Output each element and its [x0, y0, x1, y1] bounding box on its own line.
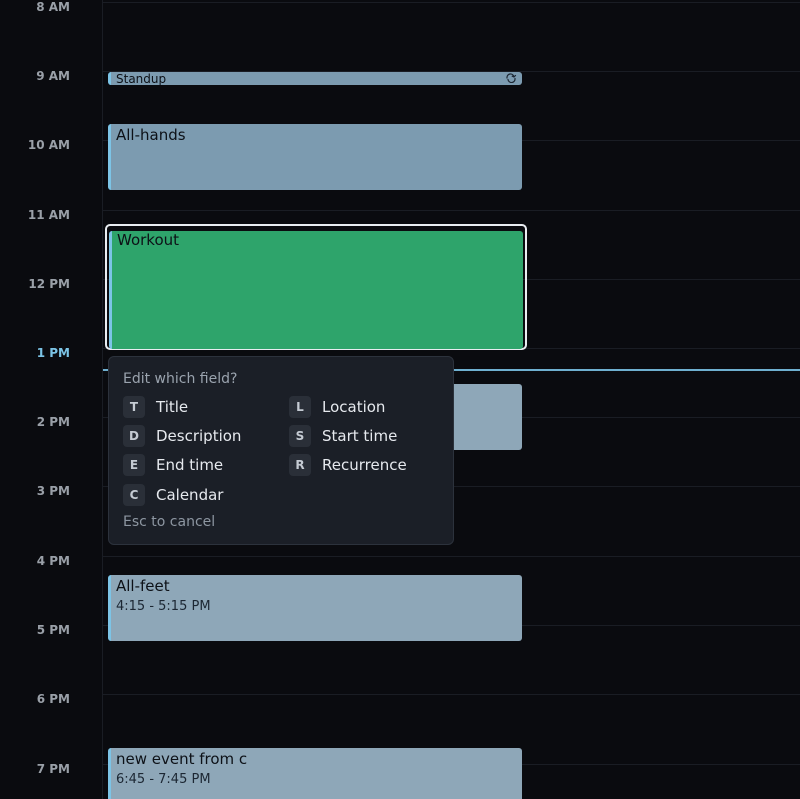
hour-label-4pm: 4 PM	[36, 554, 70, 568]
option-label: Location	[322, 398, 386, 416]
edit-option-description[interactable]: D Description	[123, 425, 241, 447]
option-label: Description	[156, 427, 242, 445]
hour-label-6pm: 6 PM	[36, 692, 70, 706]
shortcut-key: C	[123, 484, 145, 506]
event-workout-body: Workout	[109, 231, 523, 349]
shortcut-key: S	[289, 425, 311, 447]
event-title: All-hands	[116, 126, 186, 144]
edit-field-popup: Edit which field? T Title L Location D D…	[108, 356, 454, 545]
hour-label-8am: 8 AM	[36, 0, 70, 14]
hour-label-5pm: 5 PM	[36, 623, 70, 637]
event-time: 6:45 - 7:45 PM	[116, 772, 211, 787]
hour-gridline	[103, 694, 800, 695]
event-title: new event from c	[116, 750, 248, 768]
event-title: Standup	[116, 72, 167, 85]
edit-option-title[interactable]: T Title	[123, 396, 188, 418]
hour-label-7pm: 7 PM	[36, 762, 70, 776]
hour-label-9am: 9 AM	[36, 69, 70, 83]
event-standup[interactable]: Standup	[108, 72, 522, 85]
edit-option-location[interactable]: L Location	[289, 396, 385, 418]
shortcut-key: L	[289, 396, 311, 418]
hour-gridline	[103, 556, 800, 557]
event-time: 4:15 - 5:15 PM	[116, 599, 211, 614]
event-title: Workout	[117, 231, 180, 249]
gutter-divider	[102, 0, 103, 799]
option-label: Start time	[322, 427, 398, 445]
option-label: Recurrence	[322, 456, 407, 474]
event-workout-selected[interactable]: Workout	[105, 224, 527, 350]
hour-label-12pm: 12 PM	[28, 277, 70, 291]
edit-option-start-time[interactable]: S Start time	[289, 425, 397, 447]
hour-label-11am: 11 AM	[27, 208, 70, 222]
repeat-icon	[506, 73, 517, 83]
time-gutter: 8 AM 9 AM 10 AM 11 AM 12 PM 1 PM 2 PM 3 …	[0, 0, 102, 799]
shortcut-key: D	[123, 425, 145, 447]
shortcut-key: E	[123, 454, 145, 476]
edit-option-end-time[interactable]: E End time	[123, 454, 223, 476]
hour-gridline	[103, 2, 800, 3]
cancel-hint: Esc to cancel	[123, 514, 216, 530]
edit-option-calendar[interactable]: C Calendar	[123, 484, 223, 506]
popup-title: Edit which field?	[123, 371, 238, 387]
option-label: Calendar	[156, 486, 224, 504]
edit-option-recurrence[interactable]: R Recurrence	[289, 454, 407, 476]
option-label: Title	[156, 398, 189, 416]
event-all-hands[interactable]: All-hands	[108, 124, 522, 190]
hour-label-1pm-current: 1 PM	[36, 346, 70, 360]
event-all-feet[interactable]: All-feet 4:15 - 5:15 PM	[108, 575, 522, 641]
shortcut-key: R	[289, 454, 311, 476]
hour-label-10am: 10 AM	[27, 138, 70, 152]
shortcut-key: T	[123, 396, 145, 418]
hour-label-2pm: 2 PM	[36, 415, 70, 429]
option-label: End time	[156, 456, 224, 474]
event-new-event[interactable]: new event from c 6:45 - 7:45 PM	[108, 748, 522, 799]
event-title: All-feet	[116, 577, 170, 595]
calendar-day-view: 8 AM 9 AM 10 AM 11 AM 12 PM 1 PM 2 PM 3 …	[0, 0, 800, 799]
hour-label-3pm: 3 PM	[36, 484, 70, 498]
hour-gridline	[103, 210, 800, 211]
